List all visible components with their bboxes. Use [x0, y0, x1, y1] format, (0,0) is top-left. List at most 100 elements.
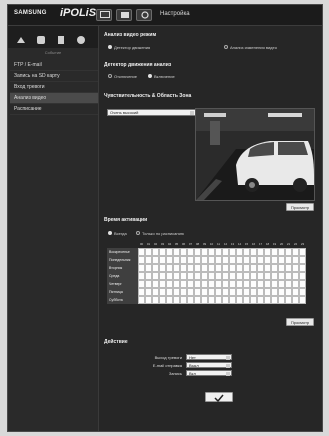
- schedule-cell[interactable]: [229, 272, 236, 280]
- schedule-cell[interactable]: [236, 256, 243, 264]
- schedule-cell[interactable]: [152, 264, 159, 272]
- schedule-cell[interactable]: [250, 288, 257, 296]
- schedule-cell[interactable]: [180, 280, 187, 288]
- schedule-cell[interactable]: [166, 296, 173, 304]
- schedule-cell[interactable]: [271, 280, 278, 288]
- schedule-cell[interactable]: [285, 256, 292, 264]
- schedule-cell[interactable]: [271, 248, 278, 256]
- schedule-cell[interactable]: [292, 264, 299, 272]
- network-icon[interactable]: [36, 32, 46, 44]
- schedule-cell[interactable]: [292, 256, 299, 264]
- event-icon[interactable]: [56, 32, 66, 44]
- schedule-cell[interactable]: [285, 288, 292, 296]
- schedule-cell[interactable]: [159, 288, 166, 296]
- schedule-cell[interactable]: [299, 256, 306, 264]
- schedule-cell[interactable]: [222, 288, 229, 296]
- schedule-cell[interactable]: [264, 280, 271, 288]
- schedule-cell[interactable]: [145, 288, 152, 296]
- schedule-cell[interactable]: [180, 288, 187, 296]
- schedule-cell[interactable]: [264, 256, 271, 264]
- schedule-cell[interactable]: [138, 264, 145, 272]
- schedule-cell[interactable]: [180, 248, 187, 256]
- schedule-cell[interactable]: [201, 296, 208, 304]
- schedule-cell[interactable]: [208, 248, 215, 256]
- sidebar-item-video-analysis[interactable]: Анализ видео: [10, 93, 98, 104]
- schedule-cell[interactable]: [236, 272, 243, 280]
- schedule-cell[interactable]: [201, 264, 208, 272]
- schedule-cell[interactable]: [299, 264, 306, 272]
- schedule-cell[interactable]: [236, 280, 243, 288]
- schedule-cell[interactable]: [285, 272, 292, 280]
- schedule-cell[interactable]: [201, 272, 208, 280]
- sidebar-item-sd-record[interactable]: Запись на SD карту: [10, 71, 98, 82]
- schedule-cell[interactable]: [152, 248, 159, 256]
- schedule-cell[interactable]: [215, 280, 222, 288]
- apply-button[interactable]: [205, 392, 233, 403]
- schedule-cell[interactable]: [145, 272, 152, 280]
- schedule-cell[interactable]: [285, 296, 292, 304]
- sidebar-item-ftp-email[interactable]: FTP / E-mail: [10, 60, 98, 71]
- schedule-cell[interactable]: [292, 288, 299, 296]
- schedule-cell[interactable]: [264, 288, 271, 296]
- schedule-cell[interactable]: [208, 272, 215, 280]
- schedule-cell[interactable]: [264, 296, 271, 304]
- schedule-cell[interactable]: [180, 272, 187, 280]
- schedule-cell[interactable]: [138, 280, 145, 288]
- schedule-cell[interactable]: [187, 280, 194, 288]
- schedule-cell[interactable]: [194, 296, 201, 304]
- schedule-cell[interactable]: [250, 296, 257, 304]
- schedule-cell[interactable]: [229, 288, 236, 296]
- schedule-cell[interactable]: [299, 280, 306, 288]
- schedule-cell[interactable]: [138, 256, 145, 264]
- schedule-cell[interactable]: [236, 248, 243, 256]
- email-send-select[interactable]: Выкл: [186, 362, 232, 368]
- sensitivity-preview-button[interactable]: Просмотр: [286, 203, 314, 211]
- sidebar-item-alarm-input[interactable]: Вход тревоги: [10, 82, 98, 93]
- schedule-cell[interactable]: [194, 256, 201, 264]
- schedule-preview-button[interactable]: Просмотр: [286, 318, 314, 326]
- schedule-cell[interactable]: [180, 264, 187, 272]
- schedule-cell[interactable]: [208, 280, 215, 288]
- schedule-cell[interactable]: [208, 256, 215, 264]
- schedule-cell[interactable]: [271, 264, 278, 272]
- schedule-cell[interactable]: [229, 248, 236, 256]
- schedule-cell[interactable]: [180, 296, 187, 304]
- schedule-cell[interactable]: [271, 288, 278, 296]
- schedule-cell[interactable]: [299, 296, 306, 304]
- schedule-cell[interactable]: [138, 272, 145, 280]
- schedule-cell[interactable]: [166, 288, 173, 296]
- schedule-cell[interactable]: [257, 272, 264, 280]
- schedule-cell[interactable]: [285, 248, 292, 256]
- system-icon[interactable]: [76, 32, 86, 44]
- schedule-cell[interactable]: [194, 272, 201, 280]
- schedule-cell[interactable]: [299, 272, 306, 280]
- schedule-cell[interactable]: [152, 272, 159, 280]
- radio-video-change[interactable]: [224, 45, 228, 49]
- schedule-cell[interactable]: [208, 296, 215, 304]
- schedule-cell[interactable]: [250, 256, 257, 264]
- schedule-cell[interactable]: [201, 248, 208, 256]
- settings-button[interactable]: [136, 9, 152, 21]
- schedule-cell[interactable]: [250, 280, 257, 288]
- radio-schedule-only[interactable]: [136, 231, 140, 235]
- schedule-cell[interactable]: [285, 280, 292, 288]
- schedule-cell[interactable]: [250, 272, 257, 280]
- radio-always[interactable]: [108, 231, 112, 235]
- schedule-cell[interactable]: [278, 296, 285, 304]
- schedule-cell[interactable]: [166, 248, 173, 256]
- schedule-cell[interactable]: [257, 256, 264, 264]
- schedule-cell[interactable]: [208, 264, 215, 272]
- playback-button[interactable]: [116, 9, 132, 21]
- schedule-cell[interactable]: [236, 296, 243, 304]
- schedule-cell[interactable]: [187, 288, 194, 296]
- schedule-cell[interactable]: [166, 280, 173, 288]
- schedule-cell[interactable]: [138, 288, 145, 296]
- schedule-cell[interactable]: [229, 280, 236, 288]
- schedule-cell[interactable]: [215, 288, 222, 296]
- schedule-cell[interactable]: [278, 256, 285, 264]
- radio-enable[interactable]: [148, 74, 152, 78]
- schedule-cell[interactable]: [166, 256, 173, 264]
- schedule-cell[interactable]: [194, 280, 201, 288]
- schedule-cell[interactable]: [173, 248, 180, 256]
- schedule-cell[interactable]: [138, 296, 145, 304]
